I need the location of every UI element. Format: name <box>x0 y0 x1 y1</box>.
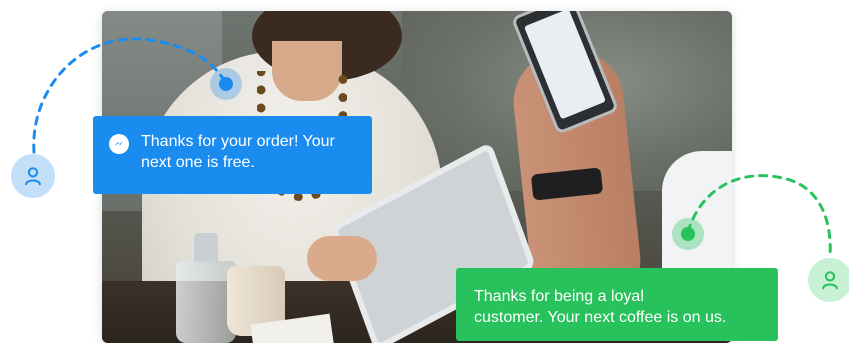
messenger-icon <box>109 134 129 154</box>
sms-message-line-2: customer. Your next coffee is on us. <box>474 309 727 326</box>
messenger-message-bubble: Thanks for your order! Your next one is … <box>93 116 372 194</box>
green-dot <box>681 227 695 241</box>
user-icon <box>25 167 41 186</box>
sms-message-bubble: Thanks for being a loyal customer. Your … <box>456 268 778 341</box>
green-dashed-connector <box>686 174 832 258</box>
user-icon <box>822 271 838 290</box>
sms-message-line-1: Thanks for being a loyal <box>474 288 644 305</box>
marketing-illustration: Thanks for your order! Your next one is … <box>0 0 849 343</box>
messenger-message-line-1: Thanks for your order! Your <box>141 133 335 150</box>
customer-avatar-blue <box>11 154 55 198</box>
messenger-message-line-2: next one is free. <box>141 154 255 171</box>
customer-avatar-green <box>808 258 849 302</box>
blue-dot <box>219 77 233 91</box>
